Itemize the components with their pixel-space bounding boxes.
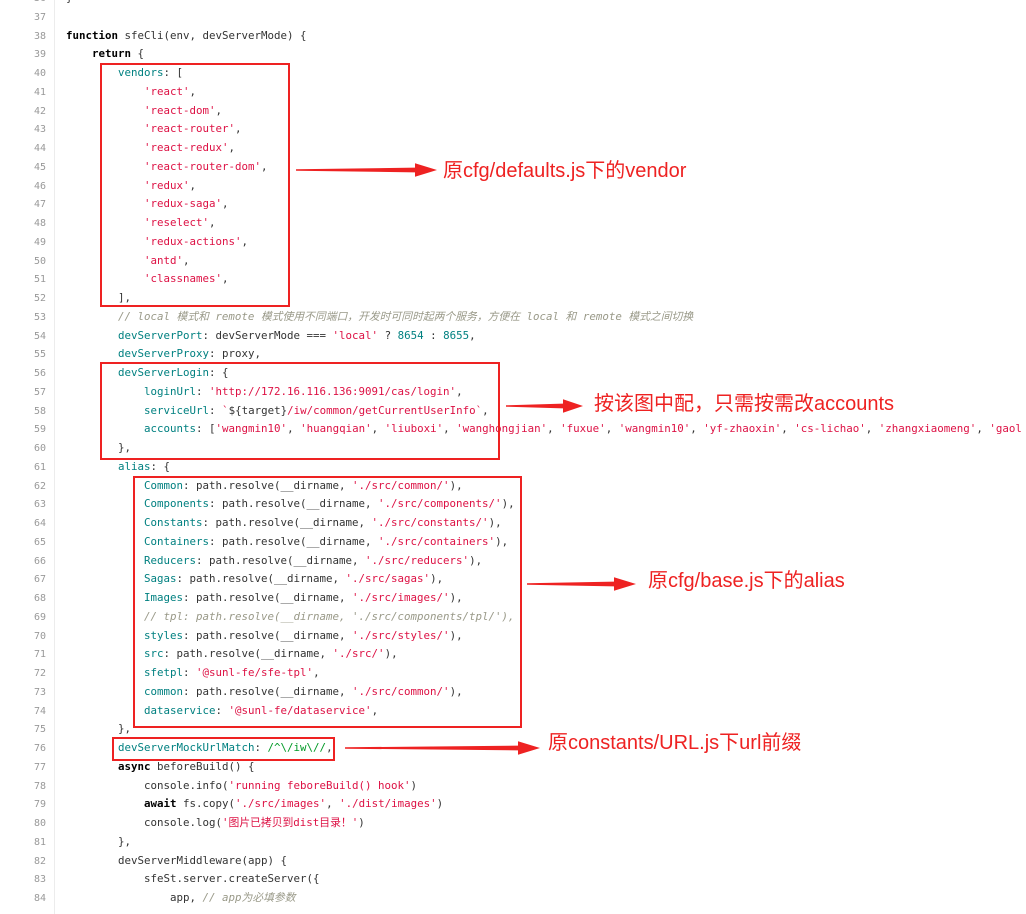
annotation-label-alias: 原cfg/base.js下的alias xyxy=(648,570,845,592)
annotation-label-vendor: 原cfg/defaults.js下的vendor xyxy=(443,160,687,182)
annotation-arrows xyxy=(296,163,636,755)
annotation-label-url-prefix: 原constants/URL.js下url前缀 xyxy=(548,732,802,754)
annotation-label-accounts: 按该图中配，只需按需改accounts xyxy=(594,393,895,415)
arrow-login xyxy=(506,399,583,413)
arrow-mockurl xyxy=(345,741,540,755)
arrow-vendor xyxy=(296,163,437,177)
arrow-alias xyxy=(527,577,636,591)
